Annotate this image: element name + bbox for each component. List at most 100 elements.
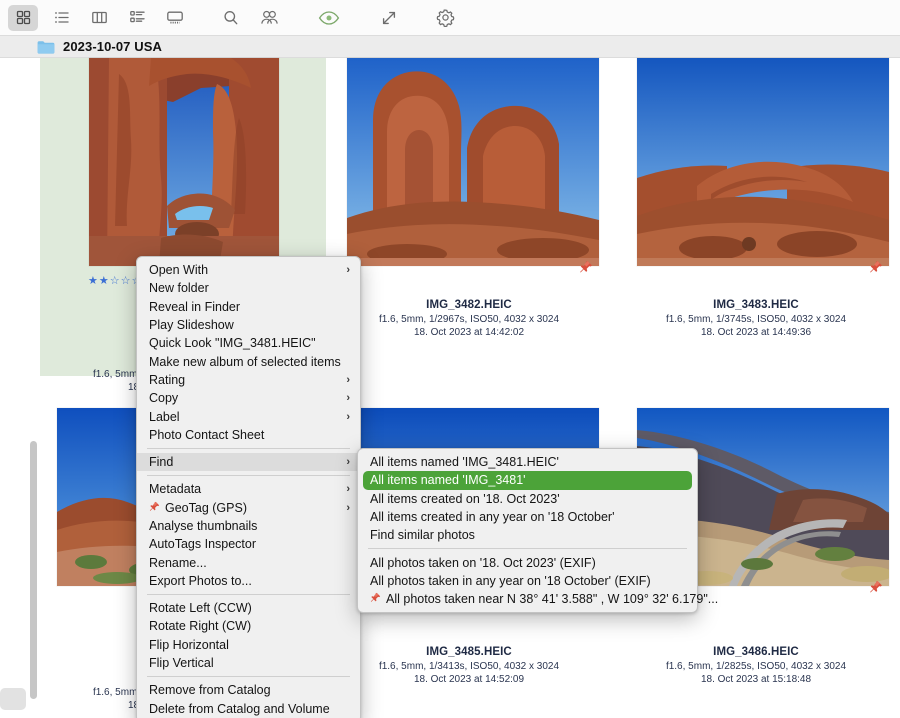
vertical-scrollbar-thumb[interactable] [30, 441, 37, 699]
context-menu-item[interactable]: Make new album of selected items [137, 352, 360, 370]
menu-item-label: Play Slideshow [149, 318, 350, 332]
context-menu: Open With›New folderReveal in FinderPlay… [136, 256, 361, 718]
scroll-corner-chip[interactable] [0, 688, 26, 710]
context-menu-item[interactable]: Analyse thumbnails [137, 517, 360, 535]
expand-icon[interactable] [374, 5, 404, 31]
context-menu-item[interactable]: New folder [137, 279, 360, 297]
find-submenu-item[interactable]: All items named 'IMG_3481' [363, 471, 692, 489]
context-menu-item[interactable]: Delete from Catalog and Volume [137, 700, 360, 718]
context-menu-item[interactable]: Rotate Right (CW) [137, 617, 360, 635]
menu-item-label: Flip Horizontal [149, 638, 350, 652]
menu-item-label: AutoTags Inspector [149, 537, 350, 551]
view-filmstrip-icon[interactable] [160, 5, 190, 31]
find-submenu-item[interactable]: Find similar photos [358, 526, 697, 544]
photo-catalog-window: 2023-10-07 USA ★★☆☆☆IMG_3481.HEICf1.6, 5… [0, 0, 900, 718]
photo-thumbnail[interactable] [637, 58, 889, 266]
chevron-right-icon: › [346, 411, 350, 423]
menu-item-label: Flip Vertical [149, 656, 350, 670]
find-submenu-item[interactable]: All items created in any year on '18 Oct… [358, 508, 697, 526]
menu-item-label: Quick Look "IMG_3481.HEIC" [149, 336, 350, 350]
context-menu-item[interactable]: Open With› [137, 261, 360, 279]
menu-item-label: Make new album of selected items [149, 355, 350, 369]
context-menu-separator [147, 448, 350, 449]
people-icon[interactable] [254, 5, 284, 31]
chevron-right-icon: › [346, 456, 350, 468]
context-menu-item[interactable]: Flip Horizontal [137, 636, 360, 654]
context-menu-item[interactable]: Find› [137, 453, 360, 471]
view-details-icon[interactable] [122, 5, 152, 31]
pushpin-icon [370, 592, 381, 606]
photo-filename: IMG_3486.HEIC [612, 646, 900, 658]
photo-thumbnail[interactable] [347, 58, 599, 266]
context-menu-item[interactable]: AutoTags Inspector [137, 535, 360, 553]
view-list-icon[interactable] [46, 5, 76, 31]
find-submenu-item[interactable]: All items named 'IMG_3481.HEIC' [358, 453, 697, 471]
menu-item-label: Find similar photos [370, 528, 687, 542]
menu-item-label: Open With [149, 263, 346, 277]
photo-grid: ★★☆☆☆IMG_3481.HEICf1.6, 5mm, 1/2994s, IS… [0, 58, 900, 718]
gear-icon[interactable] [430, 5, 460, 31]
context-menu-item[interactable]: Flip Vertical [137, 654, 360, 672]
menu-item-label: Remove from Catalog [149, 683, 350, 697]
menu-item-label: Photo Contact Sheet [149, 428, 350, 442]
menu-item-label: All items named 'IMG_3481.HEIC' [370, 455, 687, 469]
photo-filename: IMG_3482.HEIC [326, 299, 612, 311]
context-menu-item[interactable]: Copy› [137, 389, 360, 407]
photo-filename: IMG_3483.HEIC [612, 299, 900, 311]
view-grid-icon[interactable] [8, 5, 38, 31]
eye-icon[interactable] [314, 5, 344, 31]
context-menu-separator [147, 594, 350, 595]
context-menu-item[interactable]: Remove from Catalog [137, 681, 360, 699]
context-menu-item[interactable]: Metadata› [137, 480, 360, 498]
context-menu-item[interactable]: Play Slideshow [137, 316, 360, 334]
photo-exif: f1.6, 5mm, 1/3745s, ISO50, 4032 x 3024 [612, 314, 900, 325]
photo-date: 18. Oct 2023 at 14:42:02 [326, 327, 612, 338]
photo-exif: f1.6, 5mm, 1/2967s, ISO50, 4032 x 3024 [326, 314, 612, 325]
find-submenu-item[interactable]: All photos taken in any year on '18 Octo… [358, 572, 697, 590]
chevron-right-icon: › [346, 374, 350, 386]
menu-item-label: All photos taken near N 38° 41' 3.588" ,… [386, 592, 718, 606]
context-menu-item[interactable]: Quick Look "IMG_3481.HEIC" [137, 334, 360, 352]
menu-item-label: All photos taken in any year on '18 Octo… [370, 574, 687, 588]
star-rating[interactable]: ★★☆☆☆ [88, 274, 142, 287]
find-submenu-item[interactable]: All photos taken on '18. Oct 2023' (EXIF… [358, 553, 697, 571]
context-menu-item[interactable]: Label› [137, 407, 360, 425]
menu-item-label: Rating [149, 373, 346, 387]
menu-item-label: All items named 'IMG_3481' [370, 473, 682, 487]
find-submenu-item[interactable]: All items created on '18. Oct 2023' [358, 490, 697, 508]
photo-caption: IMG_3486.HEIC f1.6, 5mm, 1/2825s, ISO50, … [612, 646, 900, 685]
context-menu-item[interactable]: Rename... [137, 553, 360, 571]
context-menu-item[interactable]: Export Photos to... [137, 572, 360, 590]
photo-cell[interactable]: IMG_3483.HEIC f1.6, 5mm, 1/3745s, ISO50, … [612, 58, 900, 376]
photo-exif: f1.6, 5mm, 1/2825s, ISO50, 4032 x 3024 [612, 661, 900, 672]
page-title: 2023-10-07 USA [63, 39, 162, 54]
photo-cell[interactable]: IMG_3482.HEIC f1.6, 5mm, 1/2967s, ISO50, … [326, 58, 612, 376]
menu-item-label: Delete from Catalog and Volume [149, 702, 350, 716]
group-header-row[interactable]: 2023-10-07 USA [0, 36, 900, 58]
menu-item-label: GeoTag (GPS) [165, 501, 346, 515]
folder-icon [37, 40, 55, 54]
find-submenu-item[interactable]: All photos taken near N 38° 41' 3.588" ,… [358, 590, 697, 608]
geotag-pushpin-icon[interactable] [869, 580, 883, 596]
chevron-right-icon: › [346, 264, 350, 276]
context-menu-separator [147, 676, 350, 677]
context-menu-item[interactable]: Rating› [137, 371, 360, 389]
menu-item-label: Export Photos to... [149, 574, 350, 588]
geotag-pushpin-icon[interactable] [579, 260, 593, 276]
chevron-right-icon: › [346, 392, 350, 404]
chevron-right-icon: › [346, 483, 350, 495]
context-menu-item[interactable]: Reveal in Finder [137, 298, 360, 316]
menu-item-label: New folder [149, 281, 350, 295]
menu-item-label: Label [149, 410, 346, 424]
search-icon[interactable] [216, 5, 246, 31]
context-menu-item[interactable]: Photo Contact Sheet [137, 426, 360, 444]
menu-item-label: Rotate Right (CW) [149, 619, 350, 633]
menu-item-label: Rotate Left (CCW) [149, 601, 350, 615]
menu-item-label: Find [149, 455, 346, 469]
context-menu-item[interactable]: GeoTag (GPS)› [137, 499, 360, 517]
main-toolbar [0, 0, 900, 36]
geotag-pushpin-icon[interactable] [869, 260, 883, 276]
context-menu-item[interactable]: Rotate Left (CCW) [137, 599, 360, 617]
photo-thumbnail[interactable] [89, 58, 279, 266]
view-columns-icon[interactable] [84, 5, 114, 31]
